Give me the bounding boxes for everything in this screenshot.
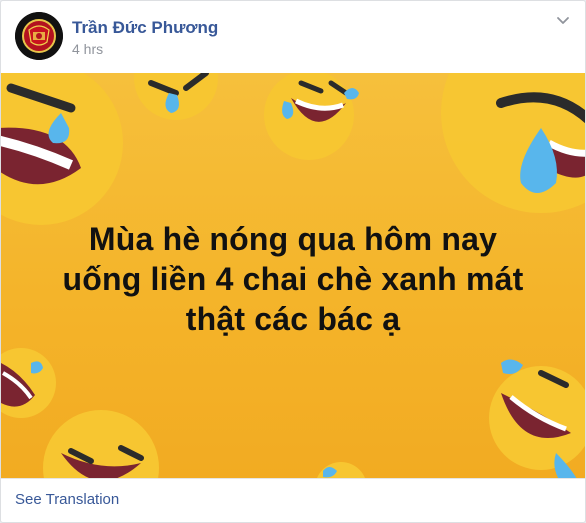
laughing-emoji-icon [264, 73, 359, 160]
image-caption: Mùa hè nóng qua hôm nay uống liền 4 chai… [1, 219, 585, 339]
laughing-emoji-icon [441, 73, 585, 213]
post-image[interactable]: Mùa hè nóng qua hôm nay uống liền 4 chai… [1, 73, 585, 478]
caption-line: Mùa hè nóng qua hôm nay [88, 221, 498, 257]
laughing-emoji-icon [43, 410, 159, 478]
chevron-down-icon[interactable] [553, 11, 573, 31]
laughing-emoji-icon [1, 348, 56, 418]
laughing-emoji-icon [1, 73, 123, 225]
author-avatar[interactable] [15, 12, 63, 60]
laughing-emoji-icon [317, 462, 365, 478]
caption-line: thật các bác ạ [185, 301, 401, 337]
post-footer: See Translation [1, 478, 585, 522]
author-name[interactable]: Trần Đức Phương [72, 18, 218, 38]
post-card: Trần Đức Phương 4 hrs Mùa hè nóng qua hô… [0, 0, 586, 523]
caption-line: uống liền 4 chai chè xanh mát [62, 261, 524, 297]
laughing-emoji-icon [134, 73, 218, 120]
post-header: Trần Đức Phương 4 hrs [1, 1, 585, 73]
see-translation-link[interactable]: See Translation [15, 491, 119, 508]
post-timestamp[interactable]: 4 hrs [72, 41, 103, 57]
laughing-emoji-icon [489, 359, 585, 478]
